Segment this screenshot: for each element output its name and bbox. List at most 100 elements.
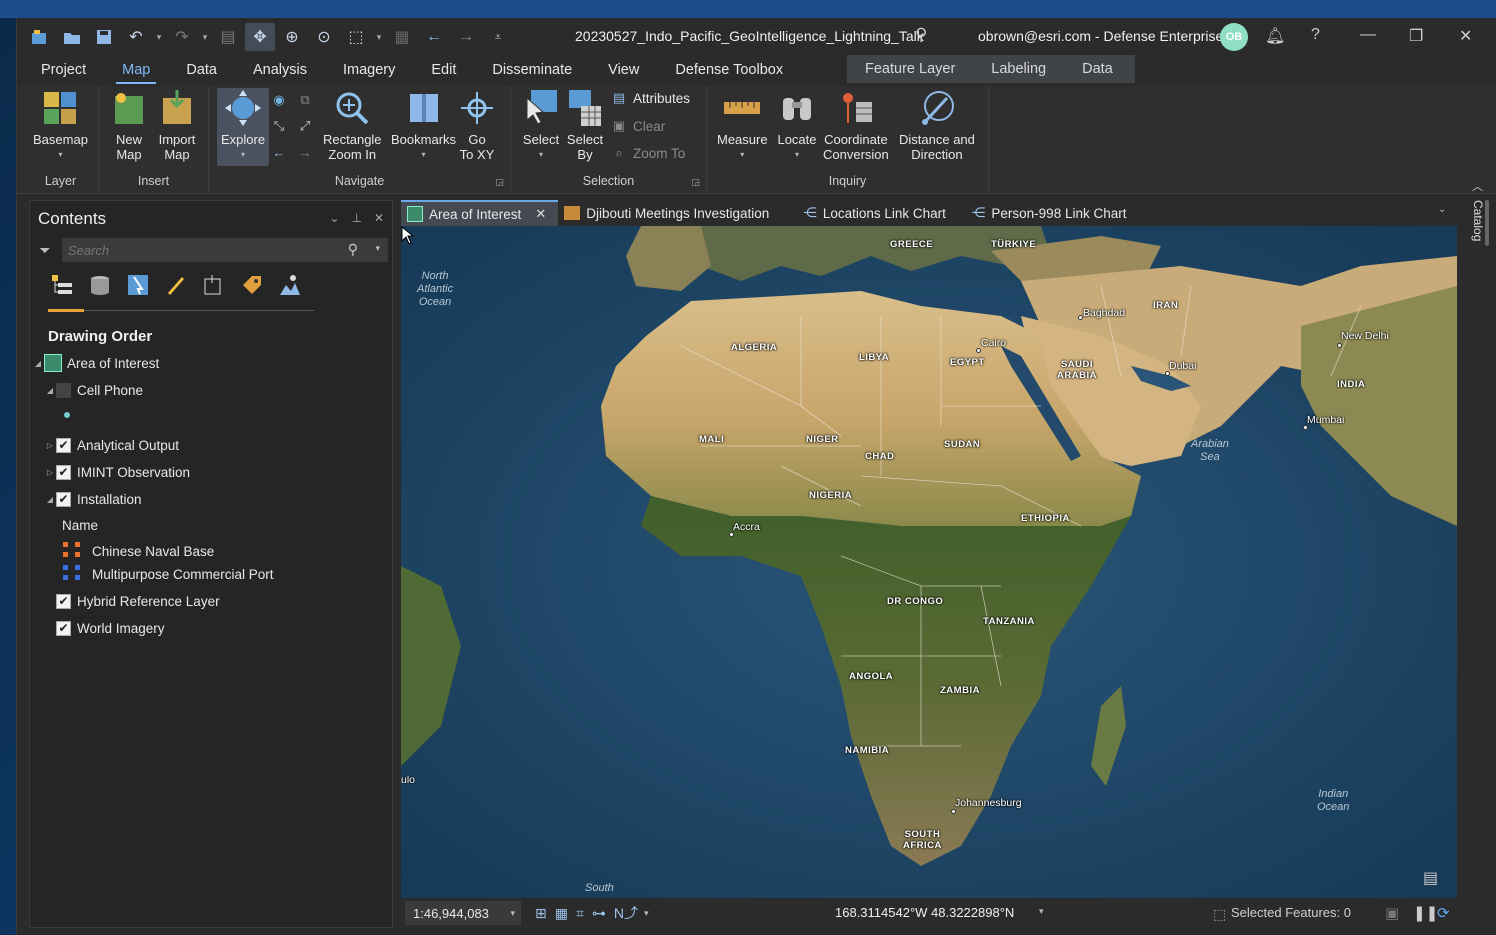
save-icon[interactable] [89,23,119,51]
undo-icon[interactable]: ↶ [121,23,151,51]
open-project-icon[interactable] [57,23,87,51]
close-window-icon[interactable]: ✕ [1459,26,1472,46]
new-project-icon[interactable] [25,23,55,51]
map-view[interactable]: GREECE TÜRKIYE ALGERIA LIBYA EGYPT SAUDI… [401,226,1457,898]
fixed-zoom-out-icon[interactable]: ⤢ [297,118,313,134]
north-arrow-icon[interactable]: N⤴ [614,903,638,923]
coordinate-format-chevron-icon[interactable]: ▾ [1039,906,1044,917]
tab-labeling[interactable]: Labeling [973,55,1064,83]
distance-direction-button[interactable]: Distance and Direction [899,88,975,162]
redo-dropdown-icon[interactable]: ▾ [199,32,211,43]
next-extent-icon[interactable]: → [297,144,313,160]
customize-toolbar-icon[interactable]: ⩡ [483,23,513,51]
collapsed-triangle-icon[interactable]: ▷ [44,441,56,450]
refresh-icon[interactable]: ⟳ [1437,904,1450,922]
scrollbar[interactable] [1485,200,1489,246]
city-marker-new-delhi[interactable] [1337,343,1342,348]
layer-row-world-imagery[interactable]: ✔ World Imagery [56,616,165,640]
tab-analysis[interactable]: Analysis [235,56,325,84]
unchecked-box[interactable] [56,382,71,398]
layer-checkbox[interactable]: ✔ [56,464,71,480]
avatar[interactable]: OB [1220,23,1248,51]
collapse-ribbon-icon[interactable]: ︿ [1472,178,1483,194]
layer-checkbox[interactable]: ✔ [56,491,71,507]
forward-arrow-icon[interactable]: → [451,23,481,51]
filter-icon[interactable]: ⏷ [34,242,56,259]
go-to-xy-button[interactable]: Go To XY [457,88,497,162]
dialog-launcher-icon[interactable]: ◲ [691,177,700,188]
scale-selector[interactable]: 1:46,944,083 ▾ [405,901,521,925]
layer-row-area-of-interest[interactable]: ◢ Area of Interest [32,351,159,375]
rectangle-zoom-in-button[interactable]: Rectangle Zoom In [323,88,382,162]
chevron-down-icon[interactable]: ▾ [375,243,380,254]
snapping-icon[interactable]: ⌗ [576,905,584,922]
layer-checkbox[interactable]: ✔ [56,620,71,636]
zoom-in-icon[interactable]: ⊕ [277,23,307,51]
select-by-button[interactable]: Select By [565,88,605,162]
editing-view-icon[interactable] [162,271,190,299]
tabs-overflow-chevron-icon[interactable]: ⌄ [1438,204,1446,215]
explore-tool-icon[interactable]: ✥ [245,23,275,51]
legend-item-chinese-naval-base[interactable]: Chinese Naval Base [62,539,214,563]
clear-selection-icon[interactable]: ▦ [387,23,417,51]
city-marker-johannesburg[interactable] [951,809,956,814]
tab-edit[interactable]: Edit [413,56,474,84]
select-dropdown-icon[interactable]: ▾ [373,32,385,43]
search-icon[interactable]: ⚲ [348,241,358,258]
tab-map[interactable]: Map [104,56,168,84]
legend-item-commercial-port[interactable]: Multipurpose Commercial Port [62,562,274,586]
table-icon[interactable]: ▦ [555,905,568,922]
account-name[interactable]: obrown@esri.com - Defense Enterprise [978,28,1223,44]
clear-button[interactable]: ▣ Clear [611,118,665,134]
tab-feature-layer[interactable]: Feature Layer [847,55,973,83]
tab-project[interactable]: Project [17,56,104,84]
expanded-triangle-icon[interactable]: ◢ [44,386,56,395]
select-button[interactable]: Select ▾ [521,88,561,162]
search-input[interactable] [67,242,338,258]
tab-data[interactable]: Data [168,56,235,84]
map-overview-icon[interactable]: ▤ [1423,868,1449,888]
selection-view-icon[interactable] [124,271,152,299]
layer-row-installation[interactable]: ◢ ✔ Installation [44,487,142,511]
explore-button[interactable]: Explore ▾ [217,88,270,166]
import-map-button[interactable]: Import Map [157,88,197,162]
clear-selection-icon[interactable]: ▣ [1385,904,1399,922]
tab-area-of-interest[interactable]: Area of Interest ✕ [401,200,559,226]
attributes-button[interactable]: ▤ Attributes [611,90,690,106]
minimize-icon[interactable]: — [1360,26,1376,44]
layer-checkbox[interactable]: ✔ [56,437,71,453]
pane-options-icon[interactable]: ⌄ [329,211,339,225]
back-arrow-icon[interactable]: ← [419,23,449,51]
chevron-down-icon[interactable]: ▾ [644,908,649,919]
new-map-button[interactable]: New Map [109,88,149,162]
tab-person-998-link-chart[interactable]: ⋲ Person-998 Link Chart [966,200,1139,226]
search-icon[interactable]: ⚲ [915,25,927,45]
snapping-view-icon[interactable] [200,271,228,299]
locate-icon[interactable]: ⊙ [309,23,339,51]
full-extent-icon[interactable]: ◉ [271,92,287,108]
pause-drawing-icon[interactable]: ❚❚ [1413,904,1438,922]
redo-icon[interactable]: ↷ [167,23,197,51]
measure-button[interactable]: Measure ▾ [717,88,768,162]
locate-button[interactable]: Locate ▾ [777,88,817,162]
layer-row-analytical-output[interactable]: ▷ ✔ Analytical Output [44,433,179,457]
tab-disseminate[interactable]: Disseminate [474,56,590,84]
help-icon[interactable]: ? [1311,26,1320,44]
tab-defense-toolbox[interactable]: Defense Toolbox [657,56,801,84]
zoom-to-button[interactable]: ⌕ Zoom To [611,145,685,161]
data-source-icon[interactable] [86,271,114,299]
labeling-view-icon[interactable] [238,271,266,299]
fixed-zoom-in-icon[interactable]: ⤡ [271,118,287,134]
drawing-order-icon[interactable] [48,271,76,299]
tab-feature-data[interactable]: Data [1064,55,1131,83]
navigation-icon[interactable]: ⊶ [592,905,606,922]
dialog-launcher-icon[interactable]: ◲ [495,177,504,188]
catalog-side-tab[interactable]: Catalog [1465,200,1485,260]
notifications-bell-icon[interactable]: 🔔︎ [1265,26,1285,46]
basemap-button[interactable]: Basemap ▾ [33,88,88,162]
bookmarks-button[interactable]: Bookmarks ▾ [391,88,456,162]
restore-icon[interactable]: ❐ [1409,26,1423,46]
layer-row-hybrid-reference[interactable]: ✔ Hybrid Reference Layer [56,589,220,613]
fixed-zoom-icon[interactable]: ⧉ [297,92,313,108]
tab-djibouti-meetings[interactable]: Djibouti Meetings Investigation [558,200,781,226]
